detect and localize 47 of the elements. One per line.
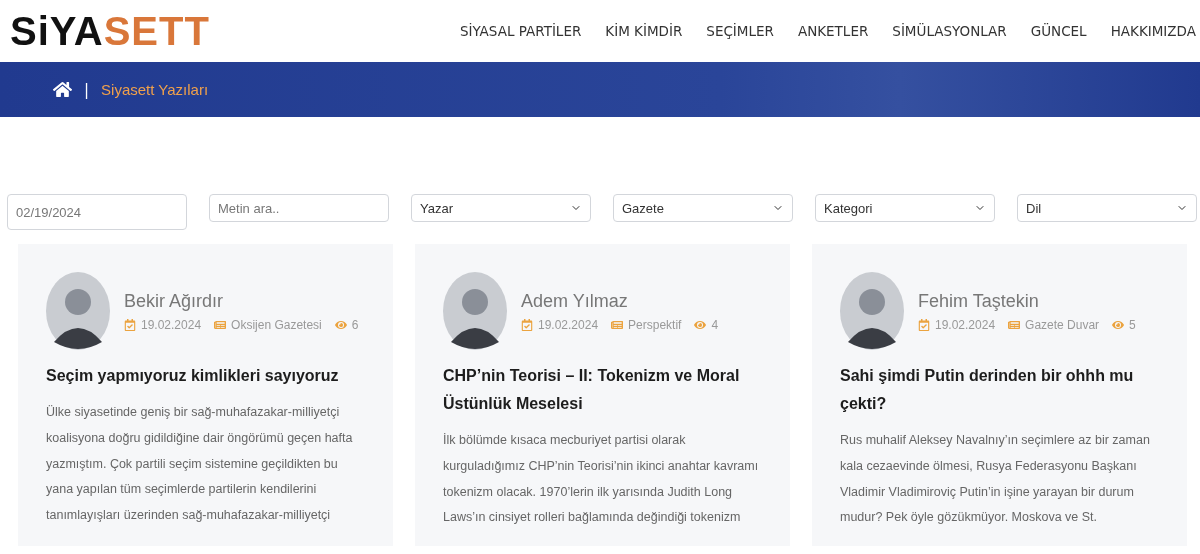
article-card[interactable] [415,244,790,546]
article-card[interactable] [18,244,393,546]
article-excerpt: Rus muhalif Aleksey Navalnıy’ın seçimlere az bir zaman kala cezaevinde ölmesi, Rusya Federasyonu Başkanı Vladimir Vladimiroviç Putin’in işine yarayan bir durum mudur? Pek öyle gözükmüyor. Moskova ve St. [840,432,1151,527]
select-dropdown[interactable]: Yazar [411,194,591,222]
calendar-icon [918,318,930,331]
breadcrumb-separator: | [84,80,90,99]
author-name[interactable]: Adem Yılmaz [521,290,719,312]
article-title[interactable]: CHP’nin Teorisi – II: Tokenizm ve Moral Üstünlük Meselesi [443,362,762,418]
nav-link[interactable]: ANKETLER [797,23,869,39]
view-count: 5 [1129,317,1136,332]
newspaper-icon [1008,318,1021,331]
article-excerpt: Ülke siyasetinde geniş bir sağ-muhafazakar-milliyetçi koalisyona doğru gidildiğine dair öngörümü geçen hafta yazmıştım. Çok partili seçim sistemine geçildikten bu yana yapılan tüm seçimlerde partilerin kendilerini tanımlayışları üzerinden sağ-muhafazakar-milliyetçi [46,404,354,525]
calendar-icon [124,318,136,331]
article-source: Gazete Duvar [1025,317,1100,332]
nav-link[interactable]: HAKKIMIZDA [1110,23,1196,39]
select-dropdown[interactable]: Dil [1017,194,1197,222]
author-name[interactable]: Bekir Ağırdır [124,290,359,312]
select-dropdown[interactable]: Kategori [815,194,995,222]
nav-link[interactable]: SEÇİMLER [706,23,774,39]
eye-icon [334,318,347,331]
nav-link[interactable]: KİM KİMDİR [605,23,683,39]
author-name[interactable]: Fehim Taştekin [918,290,1136,312]
article-title[interactable]: Sahi şimdi Putin derinden bir ohhh mu çekti? [840,362,1159,418]
view-count: 4 [711,317,719,332]
nav-link[interactable]: SİMÜLASYONLAR [892,23,1007,39]
calendar-icon [521,318,533,331]
article-source: Oksijen Gazetesi [231,317,322,332]
article-excerpt: İlk bölümde kısaca mecburiyet partisi olarak kurguladığımız CHP’nin Teorisi’nin ikinci anahtar kavramı tokenizm olacak. 1970’lerin ilk yarısında Judith Long Laws’ın cinsiyet rolleri bağlamında değindiği tokenizm [443,432,760,527]
nav-link[interactable]: SİYASAL PARTİLER [459,23,582,39]
select-dropdown[interactable]: Gazete [613,194,793,222]
article-date: 19.02.2024 [538,317,599,332]
date-field[interactable]: 02/19/2024 [7,194,187,230]
breadcrumb-current: Siyasett Yazıları [101,81,209,98]
article-source: Perspektif [628,317,682,332]
eye-icon [694,318,707,331]
article-title[interactable]: Seçim yapmıyoruz kimlikleri sayıyoruz [46,362,365,390]
nav-link[interactable]: GÜNCEL [1030,23,1087,39]
eye-icon [1112,318,1125,331]
article-date: 19.02.2024 [935,317,996,332]
logo[interactable]: SiYASETT [10,8,210,54]
article-date: 19.02.2024 [141,317,202,332]
newspaper-icon [214,318,227,331]
search-field[interactable]: Metin ara.. [209,194,389,222]
newspaper-icon [611,318,624,331]
view-count: 6 [351,317,359,332]
home-icon[interactable] [53,80,72,99]
article-card[interactable] [812,244,1187,546]
